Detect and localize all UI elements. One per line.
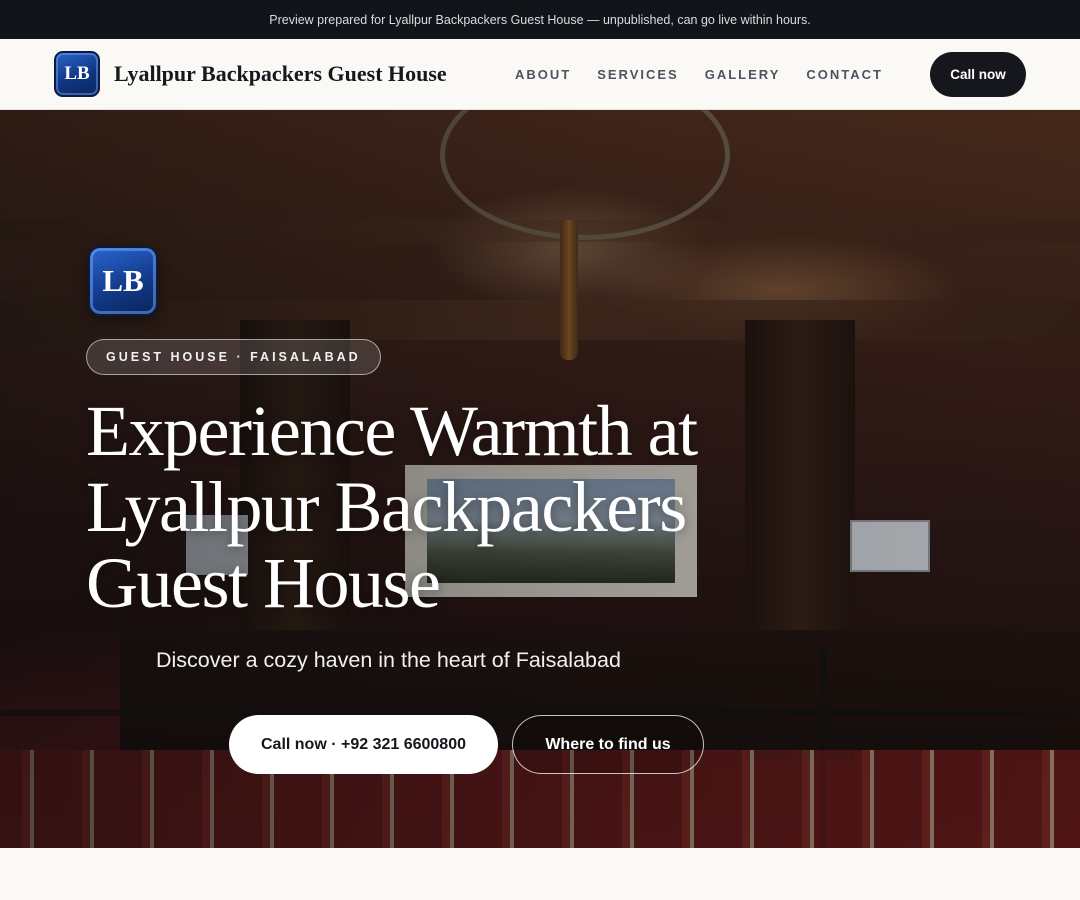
hero-logo-badge: LB xyxy=(88,246,158,316)
hero-title: Experience Warmth at Lyallpur Backpacker… xyxy=(86,391,698,623)
preview-banner: Preview prepared for Lyallpur Backpacker… xyxy=(0,0,1080,39)
nav-link-about[interactable]: ABOUT xyxy=(515,67,571,82)
preview-banner-text: Preview prepared for Lyallpur Backpacker… xyxy=(269,12,811,27)
main-nav: ABOUT SERVICES GALLERY CONTACT xyxy=(515,39,909,110)
brand[interactable]: LB Lyallpur Backpackers Guest House xyxy=(54,51,447,97)
where-to-find-us-button[interactable]: Where to find us xyxy=(512,715,704,774)
nav-link-services[interactable]: SERVICES xyxy=(597,67,679,82)
nav-link-gallery[interactable]: GALLERY xyxy=(705,67,781,82)
hero-content: LB GUEST HOUSE · FAISALABAD Experience W… xyxy=(86,110,986,848)
nav-link-contact[interactable]: CONTACT xyxy=(806,67,883,82)
site-header: LB Lyallpur Backpackers Guest House ABOU… xyxy=(0,39,1080,110)
next-section xyxy=(0,848,1080,900)
header-call-button[interactable]: Call now xyxy=(930,52,1026,97)
logo-badge: LB xyxy=(54,51,100,97)
hero-section: LB GUEST HOUSE · FAISALABAD Experience W… xyxy=(0,110,1080,848)
hero-logo-text: LB xyxy=(102,263,144,298)
logo-text: LB xyxy=(64,63,90,84)
brand-name: Lyallpur Backpackers Guest House xyxy=(114,61,447,86)
hero-subtitle: Discover a cozy haven in the heart of Fa… xyxy=(156,648,621,672)
call-now-button[interactable]: Call now · +92 321 6600800 xyxy=(229,715,498,774)
location-tag: GUEST HOUSE · FAISALABAD xyxy=(86,339,381,375)
